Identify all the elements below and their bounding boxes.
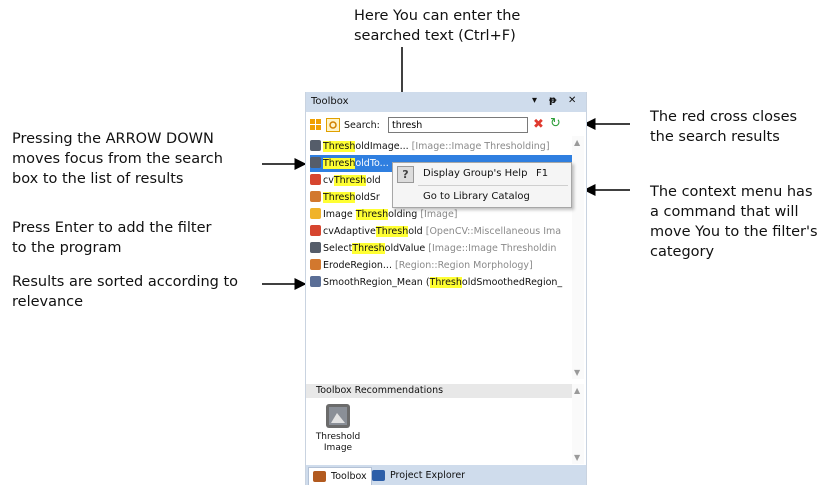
image-filter-icon <box>310 157 321 168</box>
scroll-down-icon[interactable]: ▼ <box>574 453 580 462</box>
results-scrollbar[interactable]: ▲ ▼ <box>572 136 584 379</box>
close-icon[interactable]: ✕ <box>568 95 576 106</box>
scroll-up-icon[interactable]: ▲ <box>574 386 580 395</box>
result-hl: Thresh <box>323 192 356 203</box>
region-icon <box>310 259 321 270</box>
menu-item-label: Display Group's Help <box>423 168 528 179</box>
toolbox-icon <box>313 471 326 482</box>
project-explorer-icon <box>372 470 385 481</box>
smooth-icon <box>310 276 321 287</box>
menu-item-label: Go to Library Catalog <box>423 191 530 202</box>
recommendations-title: Toolbox Recommendations <box>316 385 444 396</box>
toolbox-panel: Toolbox ▾ ᵽ ✕ Search: ✖ ↻ ThresholdImage… <box>305 92 587 485</box>
categorized-view-icon[interactable] <box>310 119 322 131</box>
toolbox-titlebar: Toolbox ▾ ᵽ ✕ <box>306 92 586 112</box>
search-row: Search: ✖ ↻ <box>306 116 586 136</box>
recommendation-label: Threshold Image <box>315 432 361 453</box>
result-hl: Thresh <box>375 226 409 237</box>
result-hl: Thresh <box>429 277 462 288</box>
tab-toolbox[interactable]: Toolbox <box>308 467 372 485</box>
scroll-down-icon[interactable]: ▼ <box>574 368 580 377</box>
opencv-icon <box>310 174 321 185</box>
toolbox-title: Toolbox <box>311 96 349 107</box>
menu-item-shortcut: F1 <box>536 168 549 179</box>
scroll-up-icon[interactable]: ▲ <box>574 138 580 147</box>
recommendations-area: Threshold Image <box>306 398 572 468</box>
context-menu: ? Display Group's Help F1 Go to Library … <box>392 162 572 208</box>
recommendations-header: Toolbox Recommendations <box>306 384 572 398</box>
result-hl: Thresh <box>355 209 389 220</box>
result-item[interactable]: Image Thresholding [Image] <box>310 206 572 223</box>
result-post: oldValue <box>384 243 426 254</box>
result-item[interactable]: cvAdaptiveThreshold [OpenCV::Miscellaneo… <box>310 223 572 240</box>
result-post: oldImage... <box>355 141 409 152</box>
tab-label: Project Explorer <box>390 470 466 481</box>
result-post: old <box>408 226 423 237</box>
result-pre: SmoothRegion_Mean ( <box>323 277 430 288</box>
result-cat: [Image::Image Thresholdin <box>428 243 557 254</box>
refresh-search-icon[interactable]: ↻ <box>550 116 561 131</box>
result-pre: cv <box>323 175 334 186</box>
region-icon <box>310 191 321 202</box>
image-filter-icon <box>326 404 350 428</box>
result-post: oldSmoothedRegion_ <box>461 277 563 288</box>
search-label: Search: <box>344 120 380 131</box>
result-hl: Thresh <box>323 158 356 169</box>
search-input[interactable] <box>388 117 528 133</box>
pin-icon[interactable]: ᵽ <box>549 95 556 106</box>
menu-item-display-help[interactable]: ? Display Group's Help F1 <box>393 163 571 184</box>
dropdown-icon[interactable]: ▾ <box>532 95 537 106</box>
result-post: olding <box>388 209 418 220</box>
result-hl: Thresh <box>323 141 356 152</box>
image-filter-icon <box>310 242 321 253</box>
menu-item-go-to-library[interactable]: Go to Library Catalog <box>393 186 571 207</box>
search-mode-icon[interactable] <box>326 118 340 132</box>
clear-search-icon[interactable]: ✖ <box>533 117 544 132</box>
result-cat: [Region::Region Morphology] <box>395 260 533 271</box>
opencv-icon <box>310 225 321 236</box>
result-pre: cvAdaptive <box>323 226 376 237</box>
result-cat: [Image] <box>420 209 458 220</box>
result-hl: Thresh <box>333 175 367 186</box>
recommendation-item[interactable]: Threshold Image <box>314 404 362 454</box>
result-cat: [Image::Image Thresholding] <box>411 141 550 152</box>
result-item[interactable]: SelectThresholdValue [Image::Image Thres… <box>310 240 572 257</box>
toolbox-tabbar: Toolbox Project Explorer <box>306 465 586 485</box>
recommendations-scrollbar[interactable]: ▲ ▼ <box>572 384 584 464</box>
result-item[interactable]: ErodeRegion... [Region::Region Morpholog… <box>310 257 572 274</box>
image-filter-icon <box>310 140 321 151</box>
result-item[interactable]: SmoothRegion_Mean (ThresholdSmoothedRegi… <box>310 274 572 291</box>
result-hl: Thresh <box>352 243 385 254</box>
result-post: oldTo... <box>355 158 389 169</box>
tab-project-explorer[interactable]: Project Explorer <box>368 467 469 484</box>
help-icon: ? <box>397 166 414 183</box>
result-pre: Select <box>323 243 353 254</box>
result-pre: ErodeRegion... <box>323 260 392 271</box>
folder-icon <box>310 208 321 219</box>
result-cat: [OpenCV::Miscellaneous Ima <box>425 226 562 237</box>
result-post: oldSr <box>355 192 380 203</box>
result-post: old <box>366 175 381 186</box>
result-pre: Image <box>323 209 356 220</box>
tab-label: Toolbox <box>331 471 367 482</box>
result-item[interactable]: ThresholdImage... [Image::Image Threshol… <box>310 138 572 155</box>
